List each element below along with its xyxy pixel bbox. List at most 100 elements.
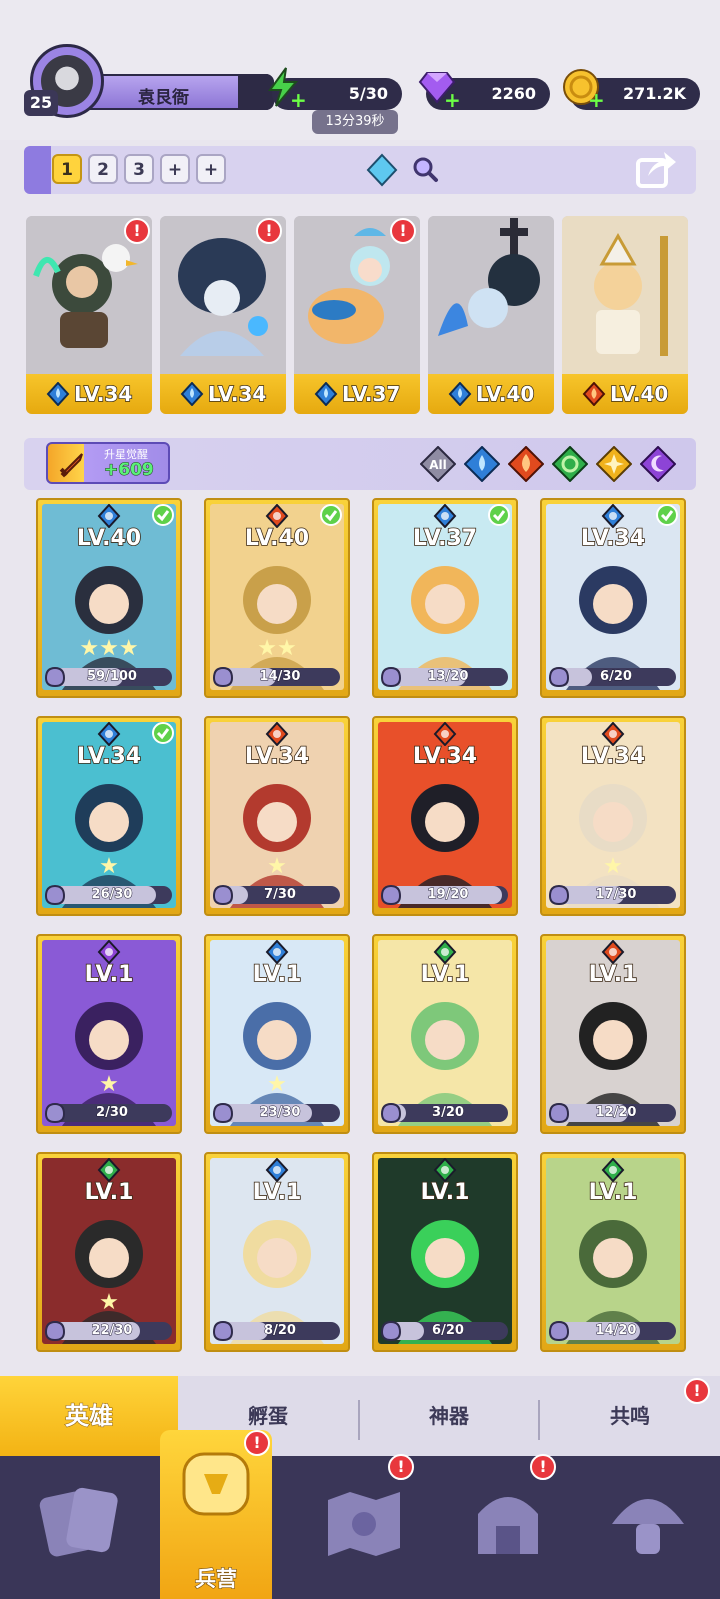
nature-element-icon [433, 940, 457, 964]
hero-card[interactable]: LV.1 ★ 22/30 [36, 1152, 182, 1352]
hero-level: LV.1 [420, 961, 470, 988]
alert-badge: ! [390, 218, 416, 244]
hero-level: LV.1 [252, 1179, 302, 1206]
formation-gem-icon[interactable] [364, 152, 400, 188]
shard-icon [44, 1320, 66, 1342]
nature-element-icon [97, 1158, 121, 1182]
team-slot-1[interactable]: 1 [52, 154, 82, 184]
shard-progress: 23/30 [210, 1100, 340, 1124]
alert-badge: ! [684, 1378, 710, 1404]
map-icon[interactable] [314, 1470, 414, 1570]
tab-artifacts[interactable]: 神器 [360, 1376, 538, 1456]
shard-icon [380, 884, 402, 906]
filter-nature-icon[interactable] [552, 446, 588, 482]
team-slot-2[interactable]: 2 [88, 154, 118, 184]
search-icon[interactable] [410, 154, 440, 184]
hero-stars: ★ [99, 1290, 119, 1315]
water-element-icon [180, 382, 204, 406]
team-hero-level: LV.34 [207, 381, 267, 407]
water-element-icon [97, 722, 121, 746]
hero-card[interactable]: LV.37 13/20 [372, 498, 518, 698]
hero-stars: ★ [267, 1072, 287, 1097]
water-element-icon [433, 504, 457, 528]
hero-card[interactable]: LV.34 6/20 [540, 498, 686, 698]
hero-stars: ★★★ [79, 636, 139, 661]
share-icon[interactable] [634, 148, 678, 190]
alert-badge: ! [388, 1454, 414, 1480]
gold-value: 271.2K [622, 84, 686, 103]
shard-progress: 13/20 [378, 664, 508, 688]
shard-progress: 12/20 [546, 1100, 676, 1124]
shard-icon [548, 884, 570, 906]
hero-level: LV.1 [588, 1179, 638, 1206]
shard-progress: 7/30 [210, 882, 340, 906]
shard-count: 7/30 [264, 887, 297, 903]
team-slot-add-1[interactable]: + [160, 154, 190, 184]
gold-counter[interactable]: + 271.2K [563, 69, 700, 110]
add-gold-icon[interactable]: + [588, 90, 605, 110]
shard-progress: 3/20 [378, 1100, 508, 1124]
filter-light-icon[interactable] [596, 446, 632, 482]
gem-counter[interactable]: + 2260 [418, 72, 550, 110]
shard-icon [380, 1102, 402, 1124]
nav-barracks[interactable]: 兵营 ! [160, 1430, 272, 1599]
check-icon [152, 504, 174, 526]
hero-portrait [428, 216, 554, 374]
filter-water-icon[interactable] [464, 446, 500, 482]
filter-all-label: All [429, 458, 447, 472]
hero-level: LV.1 [588, 961, 638, 988]
hero-card[interactable]: LV.34 ★ 7/30 [204, 716, 350, 916]
hero-card[interactable]: LV.34 ★ 17/30 [540, 716, 686, 916]
hero-card[interactable]: LV.40 ★★★ 59/100 [36, 498, 182, 698]
team-slot-3[interactable]: 3 [124, 154, 154, 184]
team-hero-card[interactable]: LV.34 ! [160, 216, 286, 414]
cards-icon[interactable] [30, 1470, 130, 1570]
team-hero-card[interactable]: LV.34 ! [26, 216, 152, 414]
temple-icon[interactable] [458, 1470, 558, 1570]
fire-element-icon [601, 940, 625, 964]
tab-heroes[interactable]: 英雄 [0, 1376, 178, 1456]
filter-all-icon[interactable]: All [420, 446, 456, 482]
hero-stars: ★ [267, 854, 287, 879]
mushroom-icon[interactable] [598, 1470, 698, 1570]
fire-element-icon [582, 382, 606, 406]
hero-card[interactable]: LV.34 ★ 26/30 [36, 716, 182, 916]
hero-card[interactable]: LV.1 6/20 [372, 1152, 518, 1352]
shard-progress: 2/30 [42, 1100, 172, 1124]
hero-card[interactable]: LV.1 ★ 23/30 [204, 934, 350, 1134]
hero-card[interactable]: LV.1 14/20 [540, 1152, 686, 1352]
team-hero-card[interactable]: LV.40 [428, 216, 554, 414]
shard-progress: 19/20 [378, 882, 508, 906]
shard-count: 8/20 [264, 1323, 297, 1339]
water-element-icon [265, 940, 289, 964]
hero-card[interactable]: LV.34 19/20 [372, 716, 518, 916]
shard-icon [548, 666, 570, 688]
hero-card[interactable]: LV.1 8/20 [204, 1152, 350, 1352]
add-energy-icon[interactable]: + [290, 90, 307, 110]
hero-card[interactable]: LV.40 ★★ 14/30 [204, 498, 350, 698]
energy-counter[interactable]: + 5/30 [268, 67, 402, 110]
filter-fire-icon[interactable] [508, 446, 544, 482]
add-gems-icon[interactable]: + [444, 90, 461, 110]
hero-card[interactable]: LV.1 3/20 [372, 934, 518, 1134]
filter-dark-icon[interactable] [640, 446, 676, 482]
hero-level: LV.34 [76, 743, 142, 770]
energy-value: 5/30 [348, 84, 388, 103]
hero-card[interactable]: LV.1 ★ 2/30 [36, 934, 182, 1134]
player-profile[interactable]: 袁艮衙 25 [24, 44, 274, 118]
shard-count: 26/30 [91, 887, 133, 903]
hero-level: LV.40 [244, 525, 310, 552]
team-hero-card[interactable]: LV.37 ! [294, 216, 420, 414]
team-slot-bar: 1 2 3 + + [24, 146, 696, 194]
hero-card[interactable]: LV.1 12/20 [540, 934, 686, 1134]
shard-progress: 17/30 [546, 882, 676, 906]
hero-stars: ★★ [257, 636, 297, 661]
hero-level: LV.34 [412, 743, 478, 770]
player-name-bar: 袁艮衙 [74, 74, 274, 110]
shard-icon [380, 1320, 402, 1342]
team-slot-add-2[interactable]: + [196, 154, 226, 184]
hero-level: LV.37 [412, 525, 478, 552]
awaken-button[interactable]: 升星觉醒 +609 [46, 442, 170, 484]
team-hero-level: LV.40 [475, 381, 535, 407]
team-hero-card[interactable]: LV.40 [562, 216, 688, 414]
